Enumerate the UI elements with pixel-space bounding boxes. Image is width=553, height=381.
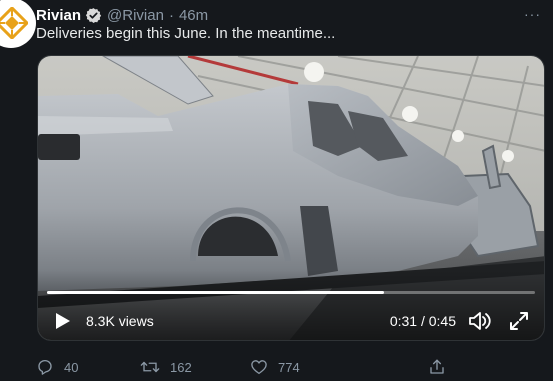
video-progress-fill	[47, 291, 384, 294]
tweet-header: Rivian @Rivian · 46m	[36, 4, 208, 26]
heart-icon	[251, 360, 267, 375]
reply-button[interactable]: 40	[36, 358, 78, 376]
avatar[interactable]	[0, 0, 36, 48]
tweet-text: Deliveries begin this June. In the meant…	[36, 25, 336, 42]
fullscreen-icon[interactable]	[508, 310, 530, 332]
author-handle[interactable]: @Rivian	[107, 7, 164, 24]
retweet-count: 162	[170, 359, 192, 375]
verified-badge-icon	[85, 7, 102, 24]
reply-icon	[38, 359, 52, 375]
share-icon	[430, 359, 444, 374]
video-progress-bar[interactable]	[47, 291, 535, 294]
like-button[interactable]: 774	[250, 358, 300, 376]
tweet-actions: 40 162 774	[36, 358, 536, 380]
more-options-icon[interactable]: ···	[524, 6, 541, 22]
volume-muted-icon[interactable]	[468, 310, 492, 332]
tweet: Rivian @Rivian · 46m ··· Deliveries begi…	[0, 0, 553, 381]
reply-count: 40	[64, 359, 79, 375]
view-count: 8.3K views	[86, 313, 154, 329]
video-player[interactable]: 8.3K views 0:31 / 0:45	[37, 55, 545, 341]
tweet-timestamp[interactable]: 46m	[179, 7, 208, 24]
rivian-logo-icon	[0, 7, 28, 39]
retweet-button[interactable]: 162	[140, 358, 192, 376]
separator-dot: ·	[168, 6, 174, 24]
video-timecode: 0:31 / 0:45	[389, 313, 456, 329]
author-name[interactable]: Rivian	[36, 7, 81, 24]
play-icon[interactable]	[52, 311, 72, 331]
retweet-icon	[140, 361, 160, 373]
share-button[interactable]	[428, 358, 446, 376]
like-count: 774	[278, 359, 300, 375]
